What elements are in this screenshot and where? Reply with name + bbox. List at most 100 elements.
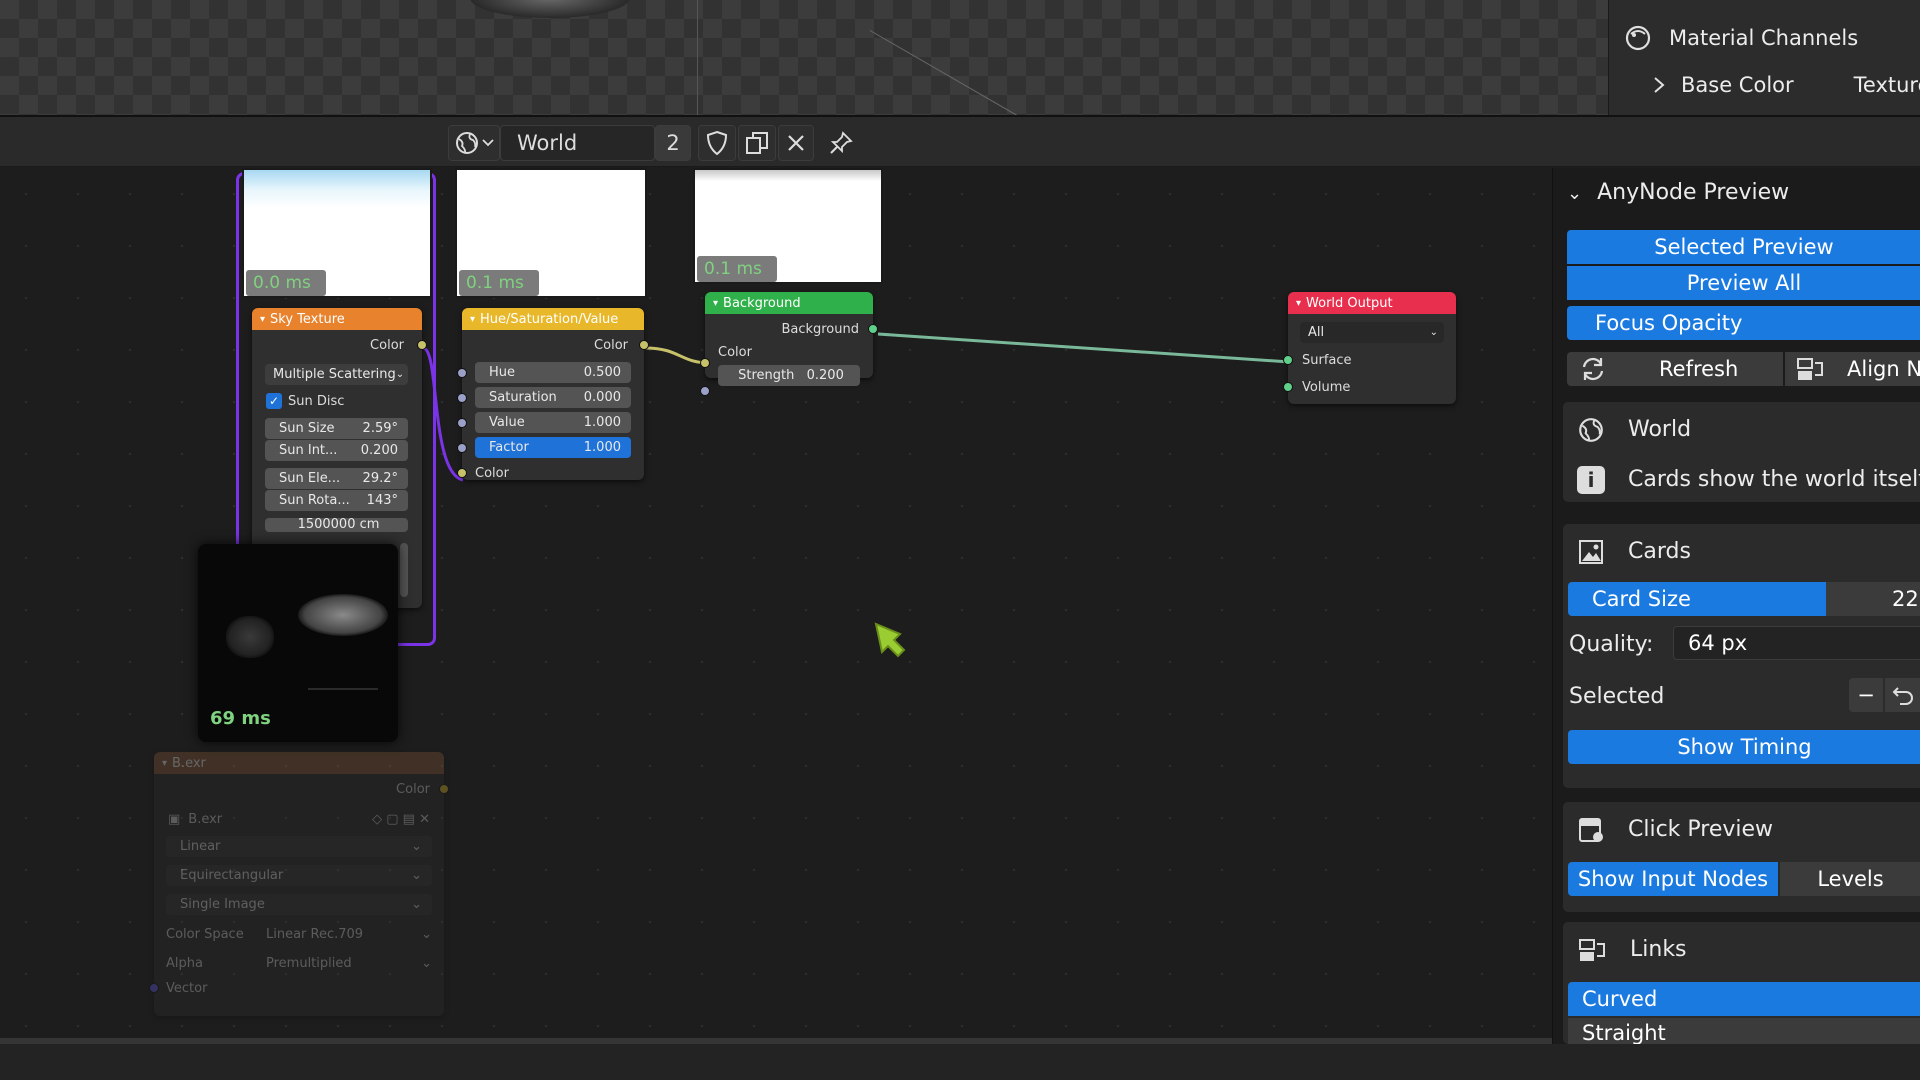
sun-intensity-field[interactable]: Sun Int... 0.200 <box>265 440 408 461</box>
saturation-socket[interactable] <box>457 393 467 403</box>
sky-texture-preview[interactable]: 0.0 ms <box>242 168 432 298</box>
show-input-nodes-button[interactable]: Show Input Nodes <box>1568 862 1778 896</box>
sun-elevation-field[interactable]: Sun Ele... 29.2° <box>265 468 408 489</box>
node-canvas[interactable]: 0.0 ms ▾ Sky Texture Color Multiple Scat… <box>0 168 1552 1043</box>
hsv-preview[interactable]: 0.1 ms <box>455 168 647 298</box>
world-browse-button[interactable] <box>448 125 500 161</box>
info-icon: i <box>1577 466 1605 494</box>
background-preview[interactable]: 0.1 ms <box>693 168 883 284</box>
image-name: B.exr <box>188 811 223 827</box>
env-color-output-socket[interactable] <box>439 784 449 794</box>
panel-header[interactable]: ⌄ AnyNode Preview <box>1567 180 1789 205</box>
env-texture-title: B.exr <box>172 755 206 771</box>
interpolation-dropdown[interactable]: Linear ⌄ <box>166 836 432 857</box>
material-channels-row[interactable]: Material Channels <box>1623 18 1858 58</box>
alpha-row[interactable]: Alpha Premultiplied ⌄ <box>166 952 432 974</box>
value-field[interactable]: Value 1.000 <box>475 412 631 433</box>
source-dropdown[interactable]: Single Image ⌄ <box>166 894 432 915</box>
env-texture-header[interactable]: ▾ B.exr <box>154 752 444 774</box>
hsv-color-input-socket[interactable] <box>457 468 467 478</box>
selected-preview-button[interactable]: Selected Preview <box>1567 230 1920 264</box>
sun-disc-row[interactable]: ✓ Sun Disc <box>266 390 422 412</box>
sky-texture-color-output-socket[interactable] <box>417 340 427 350</box>
world-name-field[interactable]: World <box>500 125 655 161</box>
hue-field[interactable]: Hue 0.500 <box>475 362 631 383</box>
saturation-label: Saturation <box>489 390 557 405</box>
sky-texture-preview-timing: 0.0 ms <box>246 270 326 296</box>
surface-row: Surface <box>1302 349 1456 371</box>
reset-button[interactable] <box>1885 678 1920 712</box>
links-section-title: Links <box>1630 937 1687 962</box>
curved-option[interactable]: Curved <box>1568 982 1920 1016</box>
image-selector-row[interactable]: ▣ B.exr ◇ ▢ ▤ ✕ <box>168 808 430 830</box>
sun-rotation-field[interactable]: Sun Rota... 143° <box>265 490 408 511</box>
pin-icon <box>828 130 854 156</box>
close-icon <box>786 133 806 153</box>
hue-socket[interactable] <box>457 368 467 378</box>
show-timing-button[interactable]: Show Timing <box>1568 730 1920 764</box>
texture-label: Texture <box>1853 73 1920 97</box>
user-count-button[interactable]: 2 <box>655 125 691 161</box>
preview-line <box>308 688 378 690</box>
focus-opacity-label: Focus Opacity <box>1595 311 1743 335</box>
show-input-nodes-label: Show Input Nodes <box>1577 867 1769 891</box>
background-color-input-socket[interactable] <box>700 358 710 368</box>
background-header[interactable]: ▾ Background <box>705 292 873 314</box>
show-timing-label: Show Timing <box>1677 735 1812 759</box>
align-nodes-button[interactable]: Align N <box>1785 352 1920 386</box>
decrease-button[interactable]: − <box>1849 678 1883 712</box>
duplicate-button[interactable] <box>738 125 776 161</box>
value-socket[interactable] <box>457 418 467 428</box>
collapse-icon: ▾ <box>713 297 719 309</box>
env-output-row: Color <box>154 778 444 800</box>
sun-size-label: Sun Size <box>279 421 335 436</box>
target-dropdown[interactable]: All ⌄ <box>1300 322 1444 343</box>
strength-field[interactable]: Strength 0.200 <box>718 365 860 386</box>
checkbox-checked-icon[interactable]: ✓ <box>266 393 282 409</box>
sun-rotation-label: Sun Rota... <box>279 493 350 508</box>
card-size-slider[interactable]: Card Size <box>1568 582 1826 616</box>
pin-button[interactable] <box>822 125 860 161</box>
card-size-value-field[interactable]: 22 <box>1826 582 1920 616</box>
strength-socket[interactable] <box>700 386 710 396</box>
vector-input-socket[interactable] <box>149 983 159 993</box>
hsv-color-output-socket[interactable] <box>639 340 649 350</box>
links-icon <box>1577 936 1607 964</box>
cards-section-title: Cards <box>1628 539 1691 564</box>
base-color-row[interactable]: Base Color Texture <box>1651 65 1920 105</box>
background-output-socket[interactable] <box>868 324 878 334</box>
volume-input-socket[interactable] <box>1283 382 1293 392</box>
color-space-row[interactable]: Color Space Linear Rec.709 ⌄ <box>166 923 432 945</box>
click-preview-section: Click Preview Show Input Nodes Levels <box>1563 802 1920 912</box>
refresh-button[interactable]: Refresh <box>1567 352 1783 386</box>
preview-all-button[interactable]: Preview All <box>1567 266 1920 300</box>
background-node[interactable]: ▾ Background Background Color Strength 0… <box>700 292 878 396</box>
preview-card-icon <box>1577 816 1605 844</box>
hue-saturation-value-node[interactable]: ▾ Hue/Saturation/Value Color Hue 0.500 S… <box>457 308 649 481</box>
world-output-node[interactable]: ▾ World Output All ⌄ Surface Volume <box>1283 292 1456 404</box>
selected-label: Selected <box>1569 684 1665 709</box>
hsv-input-row: Color <box>475 462 644 484</box>
saturation-field[interactable]: Saturation 0.000 <box>475 387 631 408</box>
3d-viewport[interactable] <box>0 0 1610 146</box>
quality-field[interactable]: 64 px <box>1673 626 1920 660</box>
projection-dropdown[interactable]: Equirectangular ⌄ <box>166 865 432 886</box>
factor-field[interactable]: Factor 1.000 <box>475 437 631 458</box>
focus-opacity-button[interactable]: Focus Opacity <box>1567 306 1920 340</box>
altitude-field[interactable]: 1500000 cm <box>265 518 408 532</box>
fake-user-button[interactable] <box>698 125 736 161</box>
sun-elevation-value: 29.2° <box>362 471 398 486</box>
environment-texture-node[interactable]: ▾ B.exr Color ▣ B.exr ◇ ▢ ▤ ✕ Linear ⌄ E… <box>149 752 449 1016</box>
unlink-button[interactable] <box>778 125 814 161</box>
chevron-down-icon <box>482 139 494 147</box>
factor-socket[interactable] <box>457 443 467 453</box>
sun-size-field[interactable]: Sun Size 2.59° <box>265 418 408 439</box>
levels-button[interactable]: Levels <box>1780 862 1920 896</box>
world-output-header[interactable]: ▾ World Output <box>1288 292 1456 314</box>
surface-input-socket[interactable] <box>1283 355 1293 365</box>
image-icon: ▣ <box>168 811 181 827</box>
sky-type-dropdown[interactable]: Multiple Scattering ⌄ <box>265 364 408 385</box>
viewport-grid-line <box>697 0 698 115</box>
hsv-header[interactable]: ▾ Hue/Saturation/Value <box>462 308 644 330</box>
sky-texture-header[interactable]: ▾ Sky Texture <box>252 308 422 330</box>
